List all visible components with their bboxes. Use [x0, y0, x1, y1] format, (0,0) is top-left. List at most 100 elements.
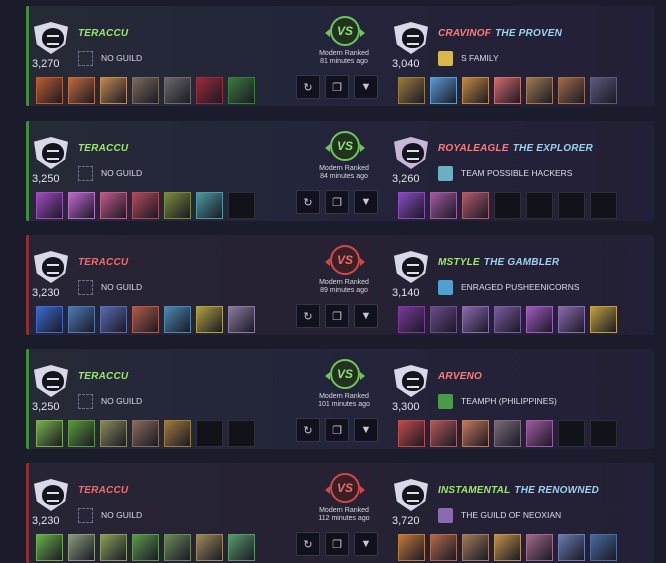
monster-card[interactable] [100, 192, 127, 219]
monster-card[interactable] [494, 534, 521, 561]
monster-card[interactable] [398, 306, 425, 333]
monster-card[interactable] [132, 192, 159, 219]
player-name-text[interactable]: TERACCU [78, 371, 128, 382]
monster-card[interactable] [526, 420, 553, 447]
monster-card[interactable] [526, 306, 553, 333]
monster-card[interactable] [164, 306, 191, 333]
monster-card[interactable] [164, 534, 191, 561]
guild-info[interactable]: NO GUILD [78, 51, 142, 66]
monster-card[interactable] [196, 306, 223, 333]
monster-card[interactable] [196, 77, 223, 104]
monster-card[interactable] [430, 534, 457, 561]
monster-card[interactable] [132, 306, 159, 333]
monster-card[interactable] [526, 77, 553, 104]
monster-card[interactable] [164, 77, 191, 104]
guild-info[interactable]: THE GUILD OF NEOXIAN [438, 508, 561, 523]
player-name[interactable]: INSTAMENTAL THE RENOWNED [438, 485, 599, 496]
monster-card[interactable] [68, 192, 95, 219]
monster-card[interactable] [196, 192, 223, 219]
monster-card[interactable] [100, 77, 127, 104]
player-name-text[interactable]: CRAVINOF [438, 28, 491, 39]
monster-card[interactable] [494, 306, 521, 333]
player-name[interactable]: ARVENO [438, 371, 482, 382]
monster-card[interactable] [398, 192, 425, 219]
monster-card[interactable] [398, 534, 425, 561]
monster-card[interactable] [100, 534, 127, 561]
monster-card[interactable] [558, 534, 585, 561]
monster-card[interactable] [68, 420, 95, 447]
player-name[interactable]: TERACCU [78, 371, 128, 382]
monster-card[interactable] [526, 534, 553, 561]
replay-button[interactable]: ↻ [296, 532, 320, 556]
replay-button[interactable]: ↻ [296, 418, 320, 442]
copy-button[interactable]: ❐ [325, 304, 349, 328]
copy-button[interactable]: ❐ [325, 532, 349, 556]
player-name-text[interactable]: ARVENO [438, 371, 482, 382]
monster-card[interactable] [590, 77, 617, 104]
monster-card[interactable] [164, 192, 191, 219]
monster-card[interactable] [68, 306, 95, 333]
monster-card[interactable] [132, 420, 159, 447]
monster-card[interactable] [462, 420, 489, 447]
monster-card[interactable] [430, 77, 457, 104]
monster-card[interactable] [462, 77, 489, 104]
monster-card[interactable] [196, 534, 223, 561]
expand-button[interactable]: ▼ [354, 418, 378, 442]
monster-card[interactable] [558, 77, 585, 104]
monster-card[interactable] [590, 534, 617, 561]
monster-card[interactable] [100, 420, 127, 447]
monster-card[interactable] [462, 306, 489, 333]
monster-card[interactable] [430, 420, 457, 447]
copy-button[interactable]: ❐ [325, 190, 349, 214]
monster-card[interactable] [228, 306, 255, 333]
player-name[interactable]: TERACCU [78, 485, 128, 496]
player-name-text[interactable]: ROYALEAGLE [438, 143, 509, 154]
monster-card[interactable] [36, 77, 63, 104]
monster-card[interactable] [590, 306, 617, 333]
player-name-text[interactable]: TERACCU [78, 143, 128, 154]
guild-info[interactable]: NO GUILD [78, 166, 142, 181]
player-name-text[interactable]: INSTAMENTAL [438, 485, 510, 496]
monster-card[interactable] [398, 420, 425, 447]
guild-info[interactable]: NO GUILD [78, 508, 142, 523]
monster-card[interactable] [494, 77, 521, 104]
player-name[interactable]: TERACCU [78, 28, 128, 39]
guild-info[interactable]: S FAMILY [438, 51, 499, 66]
guild-info[interactable]: ENRAGED PUSHEENICORNS [438, 280, 580, 295]
monster-card[interactable] [228, 534, 255, 561]
monster-card[interactable] [228, 77, 255, 104]
copy-button[interactable]: ❐ [325, 75, 349, 99]
monster-card[interactable] [164, 420, 191, 447]
expand-button[interactable]: ▼ [354, 75, 378, 99]
monster-card[interactable] [36, 306, 63, 333]
player-name[interactable]: TERACCU [78, 257, 128, 268]
guild-info[interactable]: NO GUILD [78, 394, 142, 409]
monster-card[interactable] [462, 534, 489, 561]
guild-info[interactable]: TEAMPH (PHILIPPINES) [438, 394, 557, 409]
monster-card[interactable] [462, 192, 489, 219]
player-name[interactable]: ROYALEAGLE THE EXPLORER [438, 143, 593, 154]
replay-button[interactable]: ↻ [296, 75, 320, 99]
monster-card[interactable] [100, 306, 127, 333]
monster-card[interactable] [68, 534, 95, 561]
monster-card[interactable] [398, 77, 425, 104]
player-name-text[interactable]: MSTYLE [438, 257, 480, 268]
player-name-text[interactable]: TERACCU [78, 28, 128, 39]
monster-card[interactable] [558, 306, 585, 333]
monster-card[interactable] [36, 534, 63, 561]
replay-button[interactable]: ↻ [296, 304, 320, 328]
monster-card[interactable] [68, 77, 95, 104]
player-name[interactable]: CRAVINOF THE PROVEN [438, 28, 562, 39]
player-name-text[interactable]: TERACCU [78, 257, 128, 268]
monster-card[interactable] [132, 77, 159, 104]
monster-card[interactable] [36, 420, 63, 447]
player-name[interactable]: MSTYLE THE GAMBLER [438, 257, 559, 268]
monster-card[interactable] [430, 306, 457, 333]
monster-card[interactable] [36, 192, 63, 219]
expand-button[interactable]: ▼ [354, 532, 378, 556]
monster-card[interactable] [430, 192, 457, 219]
guild-info[interactable]: TEAM POSSIBLE HACKERS [438, 166, 572, 181]
monster-card[interactable] [132, 534, 159, 561]
copy-button[interactable]: ❐ [325, 418, 349, 442]
expand-button[interactable]: ▼ [354, 304, 378, 328]
